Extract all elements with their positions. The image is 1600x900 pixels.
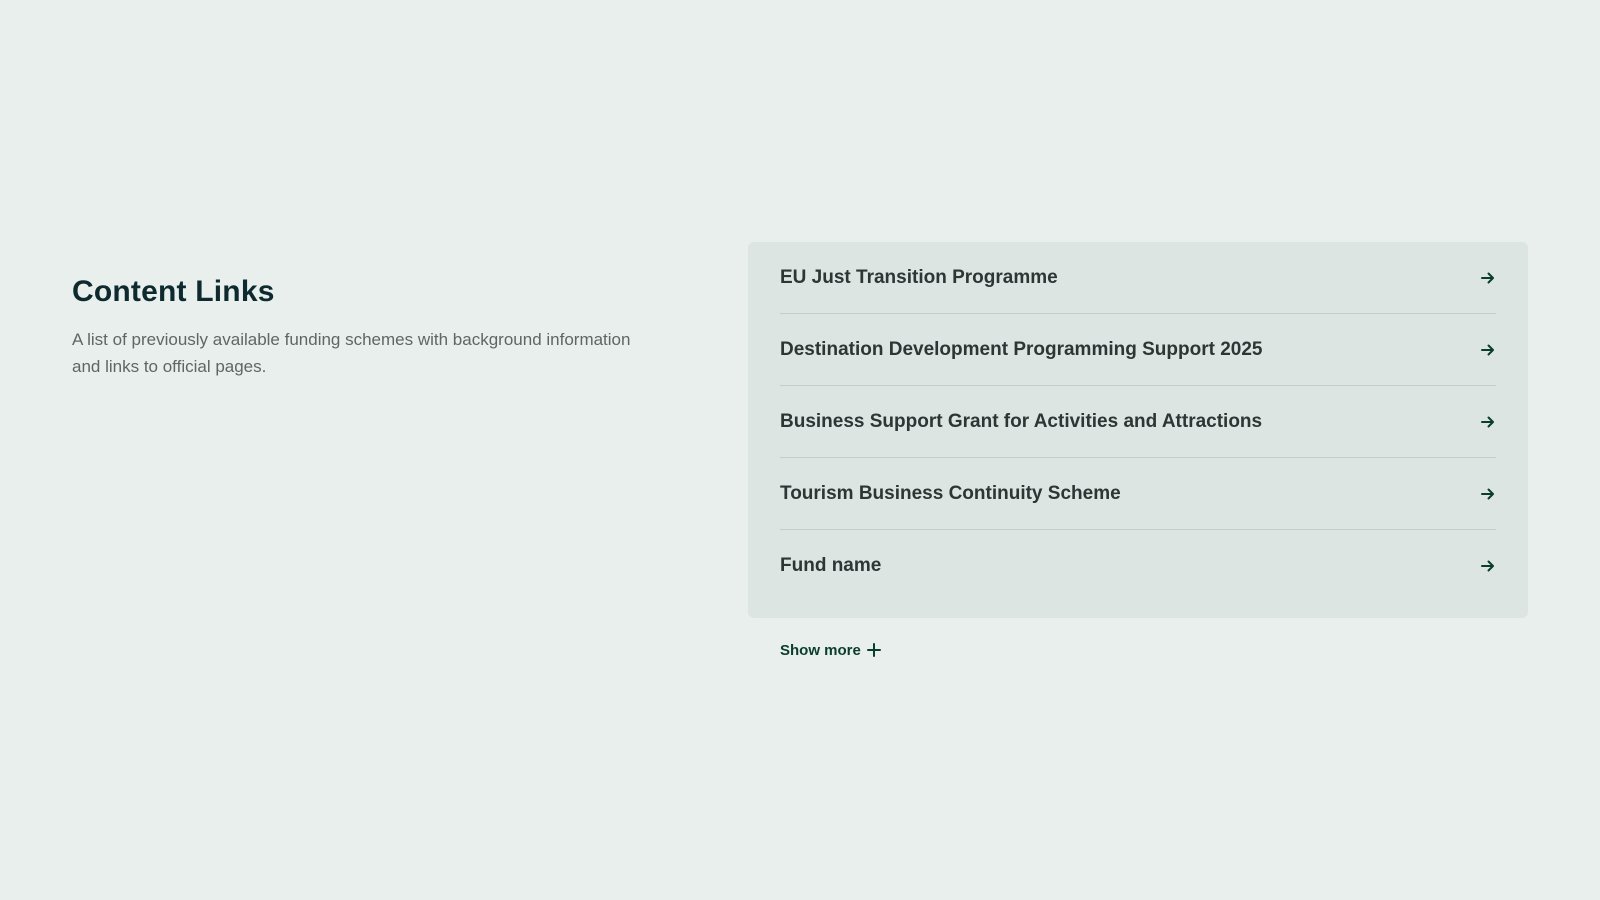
section-description: A list of previously available funding s… [72,330,631,376]
link-label: Fund name [780,555,882,576]
link-list: EU Just Transition Programme Destination… [780,242,1496,602]
link-item-tourism-business-continuity[interactable]: Tourism Business Continuity Scheme [780,458,1496,530]
arrow-right-icon [1480,558,1496,574]
show-more-label: Show more [780,641,861,659]
link-item-destination-development[interactable]: Destination Development Programming Supp… [780,314,1496,386]
link-label: Destination Development Programming Supp… [780,338,1263,360]
arrow-right-icon [1480,486,1496,502]
link-label: Tourism Business Continuity Scheme [780,482,1121,504]
content-links-intro: Content Links A list of previously avail… [72,268,632,380]
show-more-button[interactable]: Show more [780,638,881,662]
link-item-fund-name[interactable]: Fund name [780,530,1496,602]
arrow-right-icon [1480,270,1496,286]
plus-icon [866,643,881,657]
link-item-business-support-grant[interactable]: Business Support Grant for Activities an… [780,386,1496,458]
link-item-eu-just-transition[interactable]: EU Just Transition Programme [780,242,1496,314]
section-title: Content Links [72,275,275,308]
links-panel: EU Just Transition Programme Destination… [748,242,1528,618]
arrow-right-icon [1480,342,1496,358]
link-label: EU Just Transition Programme [780,266,1058,288]
link-label: Business Support Grant for Activities an… [780,410,1263,432]
arrow-right-icon [1480,414,1496,430]
